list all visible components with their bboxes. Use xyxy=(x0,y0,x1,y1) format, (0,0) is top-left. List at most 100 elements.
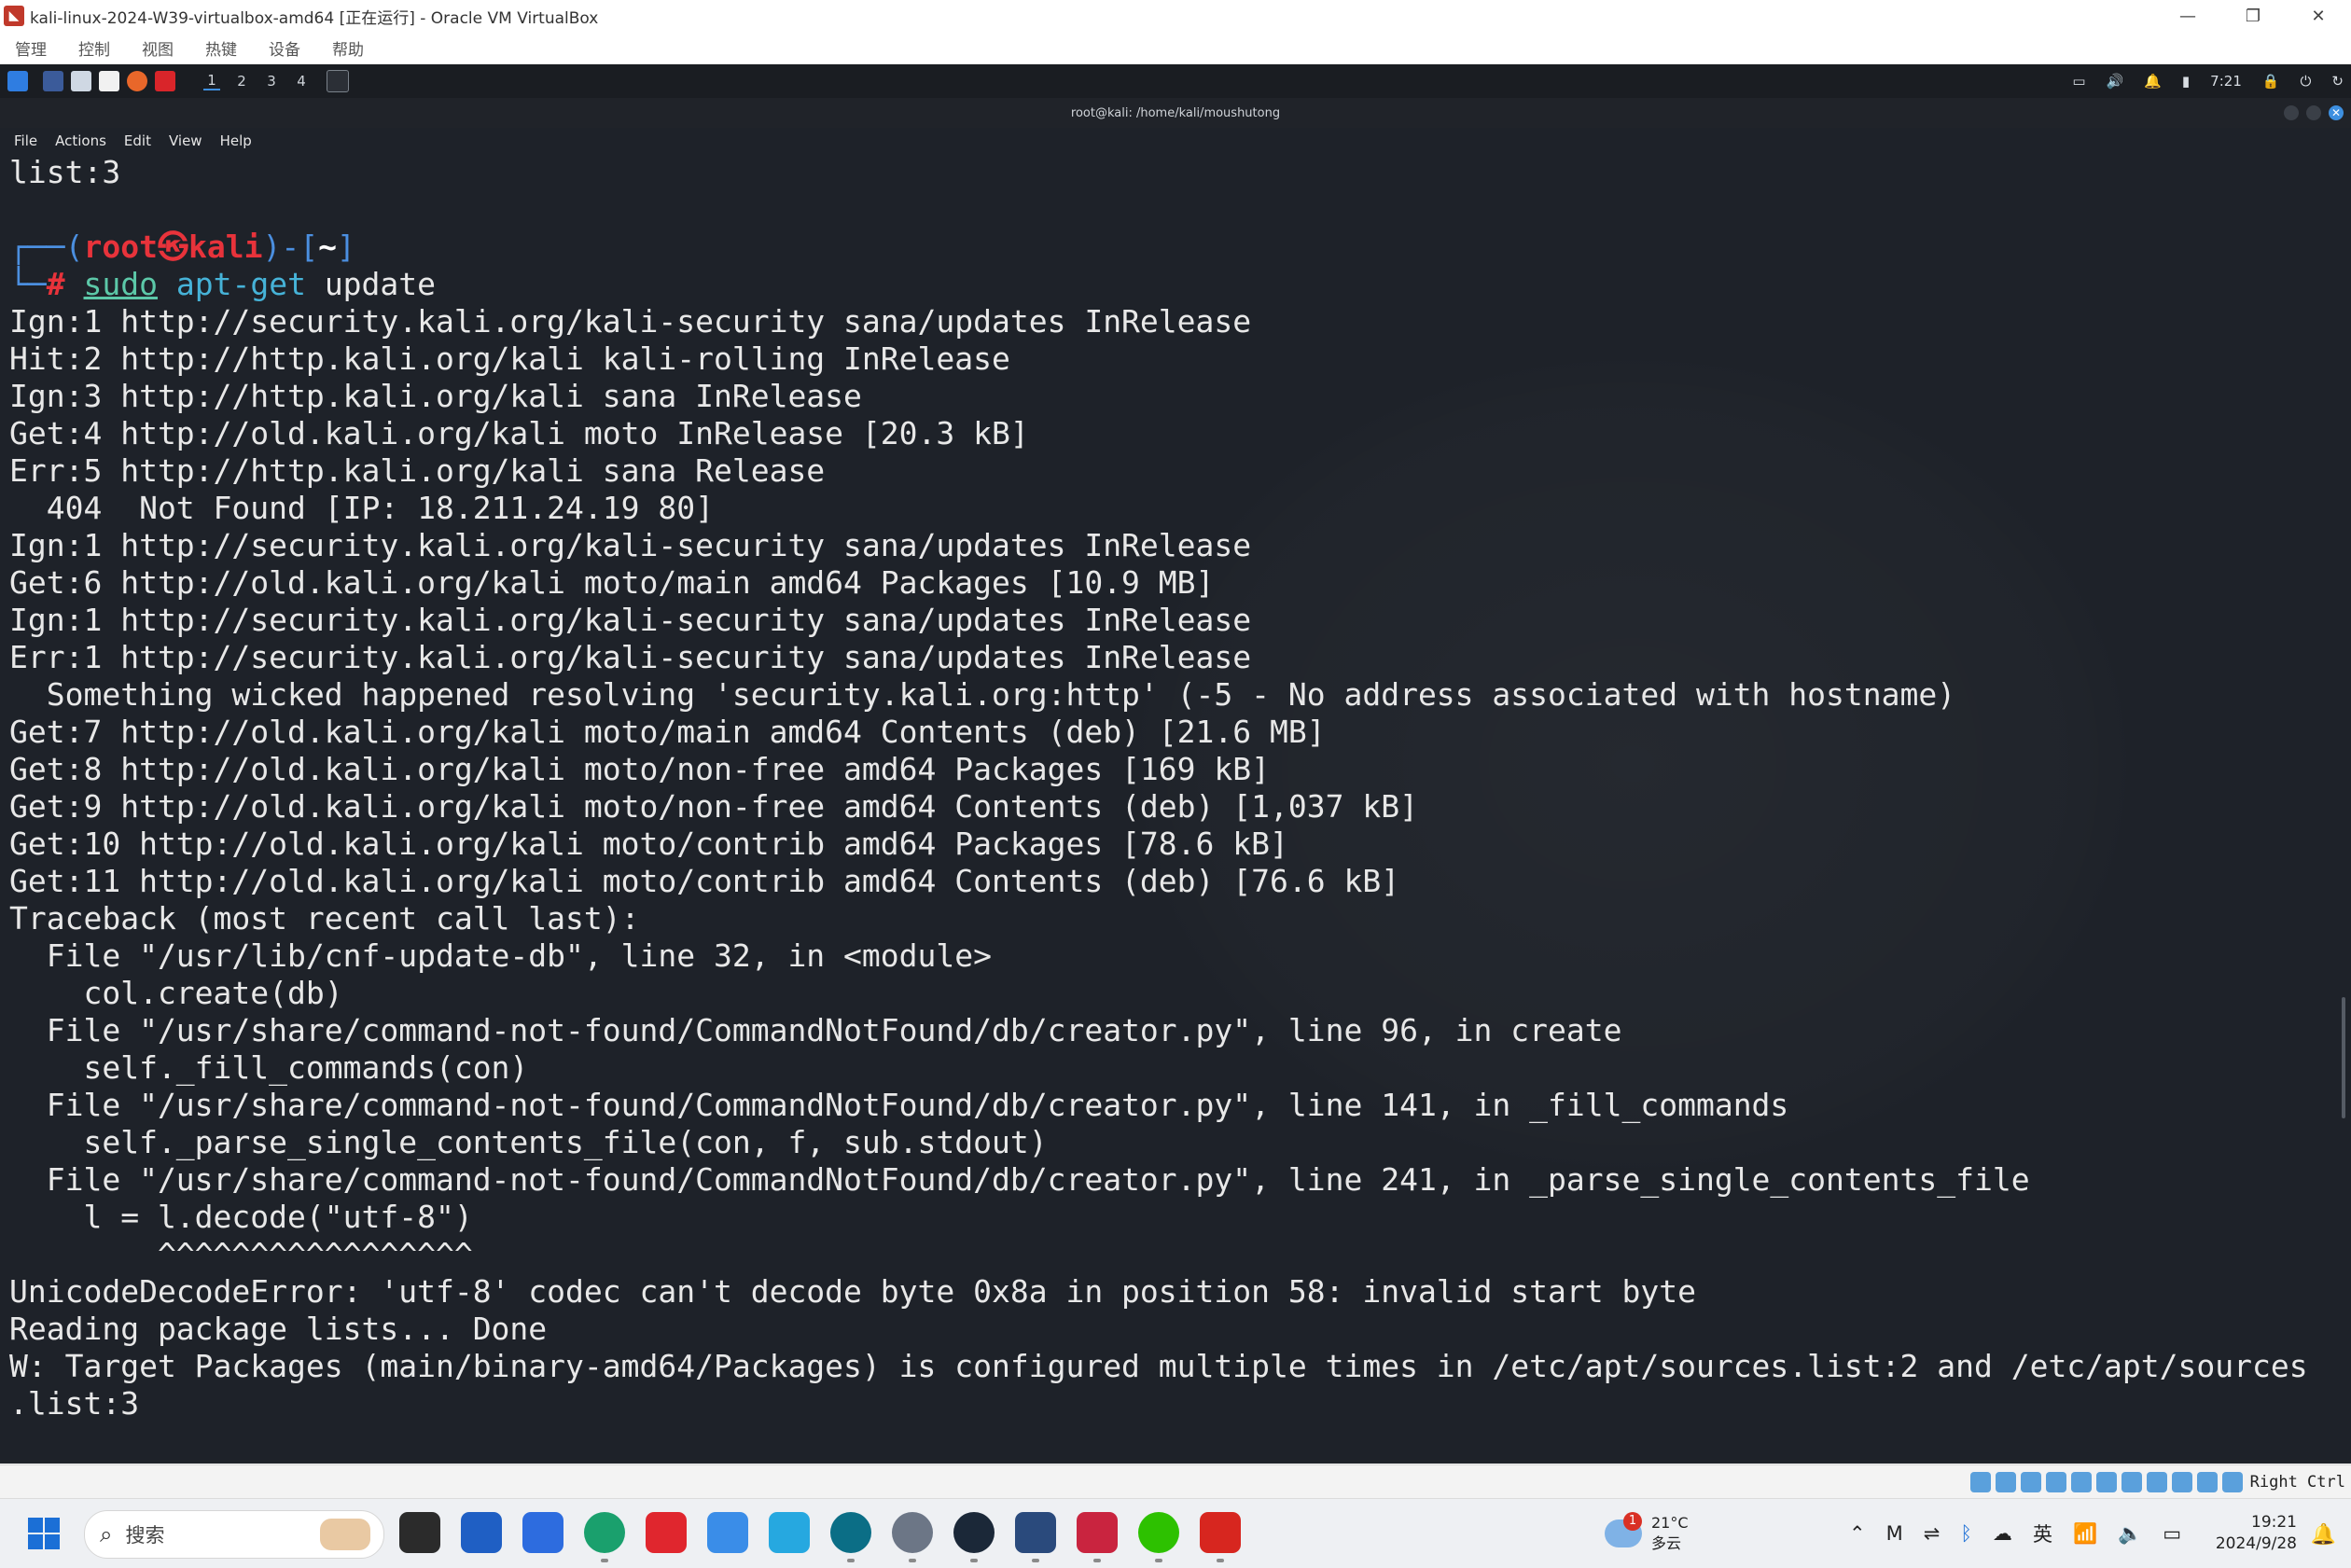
terminal-menu-edit[interactable]: Edit xyxy=(124,132,151,149)
terminal-line: Ign:3 http://http.kali.org/kali sana InR… xyxy=(9,378,862,414)
lock-icon[interactable]: 🔒 xyxy=(2262,73,2280,90)
terminal-output[interactable]: list:3 ┌──(root㉿kali)-[~] └─# sudo apt-ge… xyxy=(9,154,2332,1464)
kali-menu-icon[interactable] xyxy=(7,71,28,91)
power-icon[interactable]: ⏻ xyxy=(2301,73,2312,90)
file-explorer-icon[interactable] xyxy=(399,1512,440,1553)
weather-desc: 多云 xyxy=(1651,1534,1682,1552)
wifi-icon[interactable]: 📶 xyxy=(2073,1522,2097,1546)
terminal-minimize-button[interactable] xyxy=(2284,105,2299,120)
taskbar-search[interactable]: ⌕ 搜索 xyxy=(84,1510,384,1559)
microsoft-store-icon[interactable] xyxy=(461,1512,502,1553)
close-button[interactable]: ✕ xyxy=(2286,0,2351,32)
usb-icon[interactable] xyxy=(2070,1472,2092,1492)
files-icon[interactable] xyxy=(71,71,91,91)
settings-icon[interactable] xyxy=(892,1512,933,1562)
terminal-titlebar: root@kali: /home/kali/moushutong ✕ xyxy=(0,98,2351,128)
terminal-line: File "/usr/share/command-not-found/Comma… xyxy=(9,1087,1789,1123)
weather-widget[interactable]: 1 21°C 多云 xyxy=(1605,1510,1689,1557)
taskbar-clock[interactable]: 19:21 2024/9/28 xyxy=(2216,1512,2297,1555)
menu-hotkeys[interactable]: 热键 xyxy=(205,36,237,60)
huawei-icon[interactable] xyxy=(646,1512,687,1553)
start-button[interactable] xyxy=(28,1518,60,1549)
terminal-close-button[interactable]: ✕ xyxy=(2329,105,2344,120)
volume-icon[interactable]: 🔈 xyxy=(2118,1522,2142,1546)
keyboard-capture-icon[interactable] xyxy=(2221,1472,2243,1492)
guest-screen: 1 2 3 4 ▭ 🔊 🔔 ▮ 7:21 🔒 ⏻ ↻ root@kali: /h… xyxy=(0,64,2351,1464)
menu-view[interactable]: 视图 xyxy=(142,36,174,60)
menu-devices[interactable]: 设备 xyxy=(269,36,300,60)
terminal-menubar: File Actions Edit View Help xyxy=(0,128,2351,154)
notification-bell-icon[interactable]: 🔔 xyxy=(2311,1523,2336,1547)
terminal-icon[interactable] xyxy=(155,71,175,91)
window-controls: — ❐ ✕ xyxy=(2155,0,2351,32)
workspace-4[interactable]: 4 xyxy=(293,73,310,90)
vbox-statusbar: Right Ctrl xyxy=(0,1464,2351,1499)
terminal-line: Err:5 http://http.kali.org/kali sana Rel… xyxy=(9,452,826,489)
terminal-line: list:3 xyxy=(9,154,121,190)
cpu-icon[interactable] xyxy=(2171,1472,2192,1492)
display-icon[interactable]: ▭ xyxy=(2072,73,2085,90)
terminal-scrollbar[interactable] xyxy=(2342,997,2345,1118)
terminal-line: Traceback (most recent call last): xyxy=(9,900,640,937)
battery-icon[interactable]: ▭ xyxy=(2163,1522,2181,1545)
window-title: kali-linux-2024-W39-virtualbox-amd64 [正在… xyxy=(30,8,599,28)
terminal-title: root@kali: /home/kali/moushutong xyxy=(1070,105,1281,120)
hard-disk-icon[interactable] xyxy=(1969,1472,1991,1492)
ime-indicator[interactable]: 英 xyxy=(2033,1519,2052,1547)
terminal-menu-help[interactable]: Help xyxy=(220,132,252,149)
battery-icon[interactable]: ▮ xyxy=(2182,73,2190,90)
text-editor-icon[interactable] xyxy=(99,71,119,91)
virtualbox-vm-icon: ◣ xyxy=(4,6,24,26)
terminal-line: Get:9 http://old.kali.org/kali moto/non-… xyxy=(9,788,1418,825)
chevron-up-icon[interactable]: ⌃ xyxy=(1849,1522,1866,1545)
edge-icon[interactable] xyxy=(584,1512,625,1562)
optical-drive-icon[interactable] xyxy=(1995,1472,2016,1492)
search-highlight-image xyxy=(320,1519,370,1550)
wechat-icon[interactable] xyxy=(1138,1512,1179,1562)
menu-help[interactable]: 帮助 xyxy=(332,36,364,60)
terminal-menu-view[interactable]: View xyxy=(169,132,202,149)
onedrive-icon[interactable]: ☁ xyxy=(1993,1522,2012,1545)
mail-tray-icon[interactable]: M xyxy=(1886,1522,1903,1545)
refresh-icon[interactable]: ↻ xyxy=(2331,73,2344,90)
steam-icon[interactable] xyxy=(953,1512,995,1562)
virtualbox-icon[interactable] xyxy=(1015,1512,1056,1562)
terminal-line: Get:7 http://old.kali.org/kali moto/main… xyxy=(9,714,1326,750)
menu-control[interactable]: 控制 xyxy=(78,36,110,60)
vbox-menubar: 管理 控制 视图 热键 设备 帮助 xyxy=(0,32,2351,64)
display-icon[interactable] xyxy=(2121,1472,2142,1492)
terminal-line: self._parse_single_contents_file(con, f,… xyxy=(9,1124,1048,1160)
terminal-task-icon[interactable] xyxy=(327,70,349,92)
firefox-icon[interactable] xyxy=(127,71,147,91)
kali-vm-icon[interactable] xyxy=(1077,1512,1118,1562)
mouse-integration-icon[interactable] xyxy=(2196,1472,2218,1492)
wps-icon[interactable] xyxy=(1200,1512,1241,1562)
terminal-line: Get:8 http://old.kali.org/kali moto/non-… xyxy=(9,751,1271,787)
prompt-line-1: ┌──(root㉿kali)-[~] xyxy=(9,229,355,265)
app-icon[interactable] xyxy=(830,1512,871,1562)
shared-folders-icon[interactable] xyxy=(2095,1472,2117,1492)
clock-date: 2024/9/28 xyxy=(2215,1534,2297,1553)
workspace-1[interactable]: 1 xyxy=(203,72,220,90)
terminal-menu-actions[interactable]: Actions xyxy=(55,132,106,149)
bell-icon[interactable]: 🔔 xyxy=(2144,73,2162,90)
audio-icon[interactable] xyxy=(2020,1472,2041,1492)
minimize-button[interactable]: — xyxy=(2155,0,2220,32)
terminal-maximize-button[interactable] xyxy=(2306,105,2321,120)
restore-button[interactable]: ❐ xyxy=(2220,0,2286,32)
workspace-2[interactable]: 2 xyxy=(233,73,250,90)
desktop-icon[interactable] xyxy=(43,71,63,91)
sliders-icon[interactable]: ⇌ xyxy=(1924,1522,1941,1545)
window-titlebar: ◣ kali-linux-2024-W39-virtualbox-amd64 [… xyxy=(0,0,2351,32)
recording-icon[interactable] xyxy=(2146,1472,2167,1492)
menu-machine[interactable]: 管理 xyxy=(15,36,47,60)
cloud-icon[interactable] xyxy=(707,1512,748,1553)
terminal-menu-file[interactable]: File xyxy=(14,132,37,149)
mail-icon[interactable] xyxy=(522,1512,563,1553)
bilibili-icon[interactable] xyxy=(769,1512,810,1553)
network-icon[interactable] xyxy=(2045,1472,2066,1492)
panel-clock[interactable]: 7:21 xyxy=(2210,73,2242,90)
bluetooth-icon[interactable]: ᛒ xyxy=(1960,1522,1972,1545)
workspace-3[interactable]: 3 xyxy=(263,73,280,90)
volume-icon[interactable]: 🔊 xyxy=(2107,73,2124,90)
